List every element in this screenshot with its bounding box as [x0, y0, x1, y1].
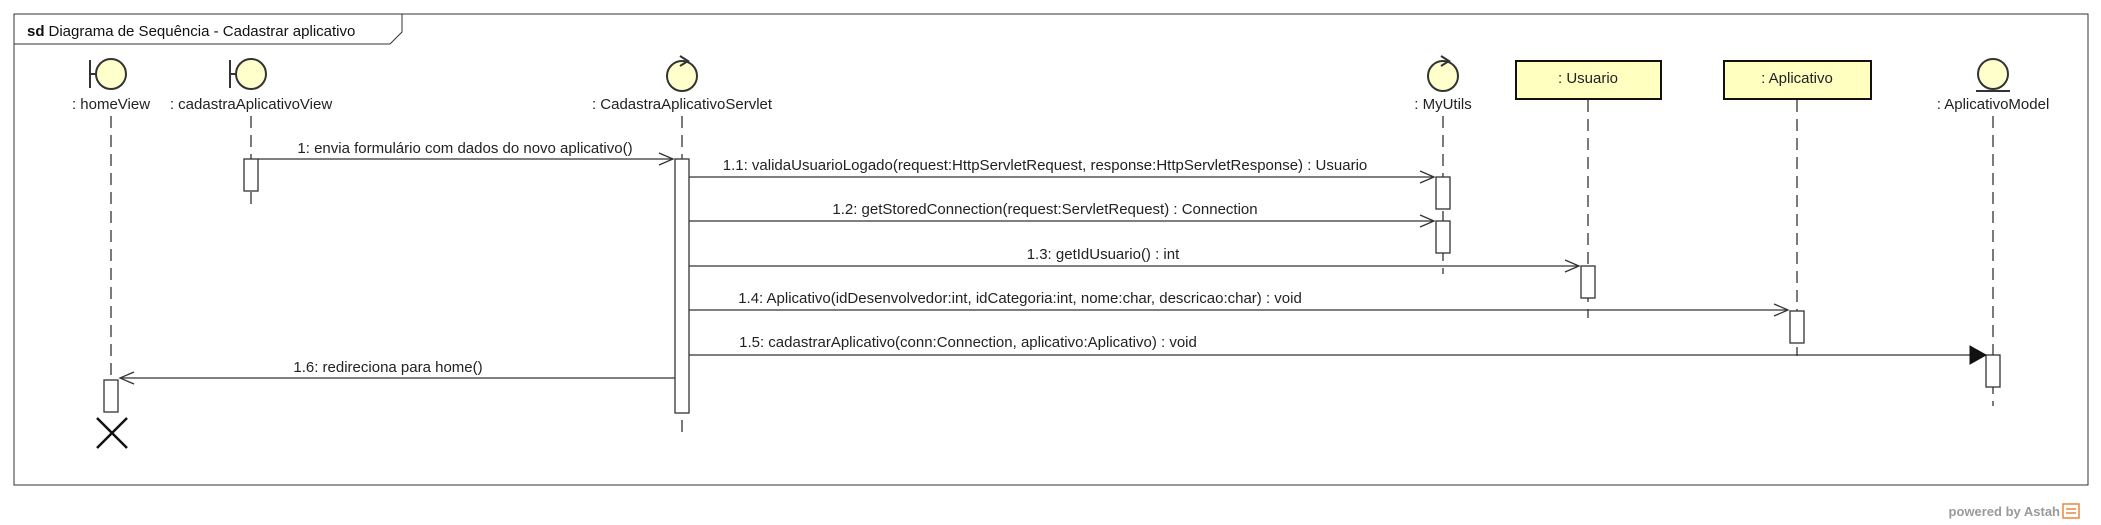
- lifeline-label-homeview: : homeView: [72, 96, 150, 113]
- lifeline-label-aplicativomodel: : AplicativoModel: [1937, 96, 2050, 113]
- lifeline-label-myutils: : MyUtils: [1414, 96, 1472, 113]
- activation-bar: [674, 158, 690, 414]
- boundary-icon: [229, 58, 267, 90]
- control-icon: [1427, 55, 1459, 92]
- activation-bar: [1789, 310, 1805, 344]
- entity-icon: [1976, 58, 2010, 92]
- activation-bar: [1985, 354, 2001, 388]
- activation-bar: [1580, 265, 1596, 299]
- footer-text: powered by Astah: [1949, 504, 2061, 519]
- message-label-1-3: 1.3: getIdUsuario() : int: [1027, 246, 1180, 263]
- activation-bar: [1435, 176, 1451, 210]
- astah-logo-icon: [2062, 503, 2080, 519]
- destroy-x-icon: [96, 417, 128, 449]
- message-label-1: 1: envia formulário com dados do novo ap…: [297, 140, 632, 157]
- frame-title-text: Diagrama de Sequência - Cadastrar aplica…: [49, 23, 356, 40]
- activation-bar: [243, 158, 259, 192]
- boundary-icon: [89, 58, 127, 90]
- lifeline-label-servlet: : CadastraAplicativoServlet: [592, 96, 773, 113]
- activation-bar: [1435, 220, 1451, 254]
- frame-title: sd Diagrama de Sequência - Cadastrar apli…: [27, 23, 355, 40]
- message-arrowhead-filled: [1969, 345, 1988, 365]
- sequence-diagram: sd Diagrama de Sequência - Cadastrar apli…: [13, 13, 2089, 519]
- message-label-1-1: 1.1: validaUsuarioLogado(request:HttpSer…: [723, 157, 1368, 174]
- frame-keyword: sd: [27, 23, 45, 40]
- message-label-1-5: 1.5: cadastrarAplicativo(conn:Connection…: [739, 334, 1197, 351]
- activation-bar: [103, 379, 119, 413]
- message-label-1-2: 1.2: getStoredConnection(request:Servlet…: [832, 201, 1257, 218]
- lifeline-label-cadastraaplicativoview: : cadastraAplicativoView: [170, 96, 332, 113]
- lifeline-label-usuario: : Usuario: [1558, 70, 1618, 87]
- control-icon: [666, 55, 698, 92]
- lifeline-label-aplicativo: : Aplicativo: [1761, 70, 1833, 87]
- message-label-1-6: 1.6: redireciona para home(): [293, 359, 482, 376]
- message-label-1-4: 1.4: Aplicativo(idDesenvolvedor:int, idC…: [738, 290, 1302, 307]
